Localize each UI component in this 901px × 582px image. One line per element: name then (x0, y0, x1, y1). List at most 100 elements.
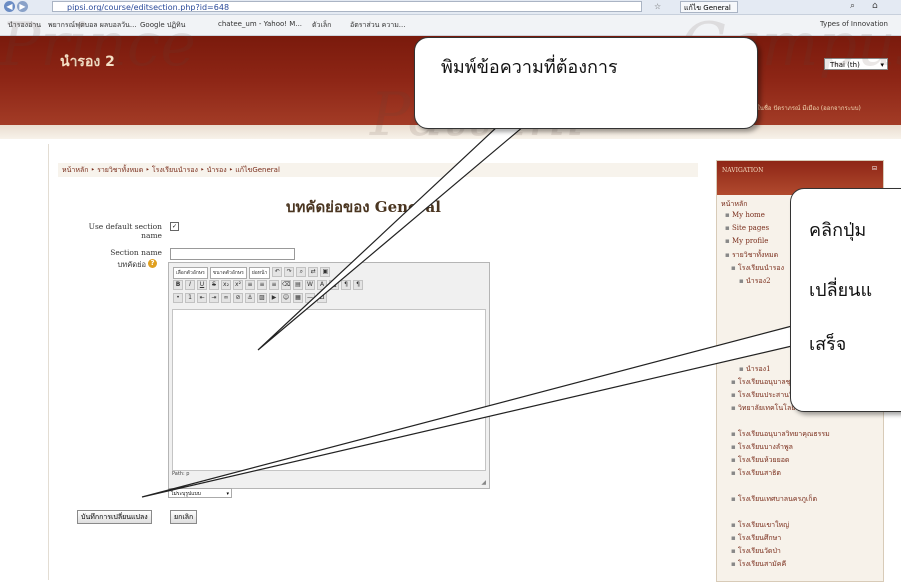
help-icon[interactable]: ? (148, 259, 157, 268)
nav-item-label[interactable]: โรงเรียนเทศบาลนครภูเก็ต (738, 495, 817, 503)
section-name-label: Section name (110, 248, 162, 257)
section-name-input[interactable] (170, 248, 295, 260)
nav-item-label[interactable]: Site pages (732, 224, 769, 232)
back-icon[interactable]: ◀ (4, 1, 15, 12)
breadcrumb-item[interactable]: นำรอง (207, 166, 227, 174)
editor-toolbar-row: เลือกตัวอักษร ขนาดตัวอักษร ย่อหน้า ↶ ↷ ⌕… (173, 267, 331, 279)
text-color-icon[interactable]: A (317, 280, 327, 290)
type-text-callout: พิมพ์ข้อความที่ต้องการ (414, 37, 758, 129)
nav-item-home[interactable]: หน้าหลัก (721, 199, 747, 210)
find-icon[interactable]: ⌕ (296, 267, 307, 277)
indent-icon[interactable]: ⇥ (209, 293, 219, 303)
search-icon[interactable]: ⌕ (850, 1, 855, 11)
breadcrumb-item[interactable]: รายวิชาทั้งหมด (97, 166, 143, 174)
anchor-icon[interactable]: ⚓ (245, 293, 255, 303)
redo-icon[interactable]: ↷ (284, 267, 295, 277)
nav-item-label[interactable]: โรงเรียนสาธิต (738, 469, 781, 477)
paragraph-select[interactable]: ย่อหน้า (248, 267, 271, 279)
breadcrumb-item[interactable]: โรงเรียนนำรอง (152, 166, 198, 174)
image-icon[interactable]: ▨ (257, 293, 267, 303)
nav-item-label[interactable]: โรงเรียนห้วยยอด (738, 456, 789, 464)
font-family-select[interactable]: เลือกตัวอักษร (173, 267, 208, 279)
editor-text-area[interactable] (172, 309, 486, 471)
bookmark-item[interactable]: นำรองอ่าน (8, 20, 41, 31)
media-icon[interactable]: ▶ (269, 293, 279, 303)
clean-icon[interactable]: ⌫ (281, 280, 291, 290)
use-default-checkbox[interactable]: ✓ (170, 222, 179, 231)
link-icon[interactable]: ∞ (221, 293, 231, 303)
paste-text-icon[interactable]: ▤ (293, 280, 303, 290)
nav-item-label[interactable]: นำรอง1 (746, 365, 771, 373)
background-color-icon[interactable]: ▲ (329, 280, 339, 290)
nav-item-label[interactable]: โรงเรียนเขาใหญ่ (738, 521, 789, 529)
number-list-icon[interactable]: 1 (185, 293, 195, 303)
breadcrumb-item[interactable]: หน้าหลัก (62, 166, 88, 174)
format-select[interactable]: ไม่ระบุรูปแบบ ▾ (168, 488, 232, 498)
nav-item: ▪ My home (725, 211, 765, 219)
superscript-icon[interactable]: x² (233, 280, 243, 290)
navigation-title: NAVIGATION (722, 167, 764, 174)
paste-word-icon[interactable]: W (305, 280, 315, 290)
chevron-down-icon: ▾ (880, 61, 884, 69)
nav-item: ▪ โรงเรียนวัดป่า (731, 547, 781, 555)
ltr-icon[interactable]: ¶ (341, 280, 351, 290)
special-char-icon[interactable]: Ω (317, 293, 327, 303)
nav-item-label[interactable]: โรงเรียนนำรอง (738, 264, 784, 272)
table-icon[interactable]: ▦ (293, 293, 303, 303)
language-select[interactable]: Thai (th) ▾ (824, 58, 888, 70)
site-title[interactable]: นำรอง 2 (60, 51, 115, 73)
subscript-icon[interactable]: x₂ (221, 280, 231, 290)
bookmark-item[interactable]: ตัวเล็ก (312, 20, 331, 31)
nav-item-label[interactable]: My profile (732, 237, 768, 245)
nav-item-label[interactable]: รายวิชาทั้งหมด (732, 251, 778, 259)
bookmarks-bar: นำรองอ่าน พยากรณ์ฟุตบอล ผลบอลวัน... Goog… (0, 15, 901, 36)
nav-item-label[interactable]: โรงเรียนสามัคคี (738, 560, 786, 568)
nav-item-label[interactable]: My home (732, 211, 765, 219)
bookmark-item[interactable]: Types of Innovation (820, 20, 888, 28)
hr-icon[interactable]: — (305, 293, 315, 303)
unlink-icon[interactable]: ⊘ (233, 293, 243, 303)
bookmark-item[interactable]: พยากรณ์ฟุตบอล ผลบอลวัน... (48, 20, 137, 31)
nav-item: ▪ นำรอง1 (739, 365, 771, 373)
nav-item-label[interactable]: โรงเรียนบางลำพูล (738, 443, 793, 451)
language-value: Thai (th) (830, 61, 860, 69)
editor-toolbar-row: • 1 ⇤ ⇥ ∞ ⊘ ⚓ ▨ ▶ ☺ ▦ — Ω (173, 293, 327, 304)
rtl-icon[interactable]: ¶ (353, 280, 363, 290)
home-icon[interactable]: ⌂ (872, 1, 878, 11)
use-default-label: Use default section name (88, 222, 162, 240)
forward-icon[interactable]: ▶ (17, 1, 28, 12)
nav-item-label[interactable]: โรงเรียนอนุบาลวิทยาคุณธรรม (738, 430, 830, 438)
bookmark-item[interactable]: chatee_um - Yahoo! M... (218, 20, 302, 28)
align-left-icon[interactable]: ≡ (245, 280, 255, 290)
bookmark-item[interactable]: อัตราส่วน ความ... (350, 20, 406, 31)
browser-tab[interactable]: แก้ไข General (680, 1, 738, 13)
nav-item: ▪ นำรอง2 (739, 277, 771, 285)
nav-item-label[interactable]: โรงเรียนศึกษา (738, 534, 781, 542)
font-size-select[interactable]: ขนาดตัวอักษร (209, 267, 247, 279)
bookmark-item[interactable]: Google ปฏิทิน (140, 20, 185, 31)
collapse-icon[interactable]: ⊟ (872, 165, 877, 172)
strikethrough-icon[interactable]: S (209, 280, 219, 290)
emoticon-icon[interactable]: ☺ (281, 293, 291, 303)
nav-item-label[interactable]: นำรอง2 (746, 277, 771, 285)
nav-item-label[interactable]: โรงเรียนวัดป่า (738, 547, 781, 555)
nav-item: ▪ Site pages (725, 224, 770, 232)
cancel-button[interactable]: ยกเลิก (170, 510, 198, 524)
address-bar[interactable]: pipsi.org/course/editsection.php?id=648 (52, 1, 642, 12)
undo-icon[interactable]: ↶ (272, 267, 283, 277)
italic-icon[interactable]: I (185, 280, 195, 290)
save-changes-button[interactable]: บันทึกการเปลี่ยนแปลง (77, 510, 152, 524)
editor-toolbar-row: B I U S x₂ x² ≡ ≡ ≡ ⌫ ▤ W A ▲ ¶ ¶ (173, 280, 363, 291)
align-center-icon[interactable]: ≡ (257, 280, 267, 290)
star-icon[interactable]: ☆ (654, 2, 661, 11)
outdent-icon[interactable]: ⇤ (197, 293, 207, 303)
fullscreen-icon[interactable]: ▣ (320, 267, 331, 277)
bold-icon[interactable]: B (173, 280, 183, 290)
align-right-icon[interactable]: ≡ (269, 280, 279, 290)
save-callout: คลิกปุ่ม เปลี่ยนแ เสร็จ (790, 188, 901, 412)
underline-icon[interactable]: U (197, 280, 207, 290)
replace-icon[interactable]: ⇄ (308, 267, 319, 277)
bullet-list-icon[interactable]: • (173, 293, 183, 303)
breadcrumb: หน้าหลัก ‣ รายวิชาทั้งหมด ‣ โรงเรียนนำรอ… (58, 163, 698, 177)
resize-handle-icon[interactable]: ◢ (481, 479, 486, 486)
